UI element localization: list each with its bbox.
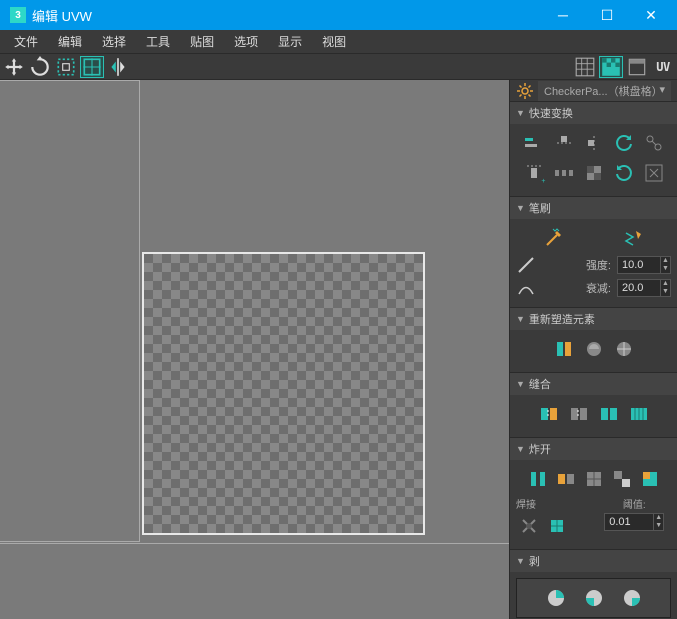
- threshold-spinner[interactable]: 0.01▲▼: [604, 513, 664, 531]
- window-title: 编辑 UVW: [32, 6, 541, 25]
- rollup-stitch-header[interactable]: ▼缝合: [510, 373, 677, 395]
- rollup-reshape-header[interactable]: ▼重新塑造元素: [510, 308, 677, 330]
- app-icon: 3: [10, 7, 26, 23]
- menu-mapping[interactable]: 贴图: [180, 30, 224, 53]
- weld-selected-button[interactable]: [516, 513, 542, 539]
- peel-button-group: [516, 578, 671, 618]
- align-left-button[interactable]: [521, 130, 547, 156]
- break-smoothing-button[interactable]: [609, 466, 635, 492]
- rollup-explode-header[interactable]: ▼炸开: [510, 438, 677, 460]
- distribute-button[interactable]: [581, 160, 607, 186]
- weld-label: 焊接: [516, 496, 590, 511]
- rotate-tool[interactable]: [28, 56, 52, 78]
- viewport-bottom: [0, 543, 509, 619]
- move-tool[interactable]: [2, 56, 26, 78]
- relax-element-button[interactable]: [581, 336, 607, 362]
- rollup-reshape-title: 重新塑造元素: [529, 311, 595, 327]
- break-vertex-button[interactable]: [525, 466, 551, 492]
- relax-brush[interactable]: [620, 225, 646, 251]
- align-top-button[interactable]: +: [521, 160, 547, 186]
- rollup-peel-title: 剥: [529, 553, 540, 569]
- rollup-quick-transform-title: 快速变换: [529, 105, 573, 121]
- strength-spinner[interactable]: 10.0▲▼: [617, 256, 671, 274]
- freeform-tool[interactable]: [80, 56, 104, 78]
- minimize-button[interactable]: ─: [541, 0, 585, 30]
- show-map-button[interactable]: [625, 56, 649, 78]
- falloff-spinner[interactable]: 20.0▲▼: [617, 279, 671, 297]
- chevron-down-icon: ▾: [659, 83, 665, 99]
- texture-dropdown[interactable]: CheckerPa...（棋盘格）▾: [538, 81, 671, 101]
- menubar: 文件 编辑 选择 工具 贴图 选项 显示 视图: [0, 30, 677, 54]
- uv-toggle[interactable]: UV: [651, 56, 675, 78]
- mirror-tool[interactable]: [106, 56, 130, 78]
- relax-until-flat-button[interactable]: [611, 336, 637, 362]
- side-panel: CheckerPa...（棋盘格）▾ ▼快速变换 +: [509, 80, 677, 619]
- align-vertical-button[interactable]: [581, 130, 607, 156]
- pelt-button[interactable]: [619, 585, 645, 611]
- uv-canvas[interactable]: [142, 252, 425, 535]
- close-button[interactable]: ✕: [629, 0, 673, 30]
- menu-select[interactable]: 选择: [92, 30, 136, 53]
- threshold-label: 阈值:: [598, 496, 672, 511]
- maximize-button[interactable]: ☐: [585, 0, 629, 30]
- menu-display[interactable]: 显示: [268, 30, 312, 53]
- show-grid-button[interactable]: [573, 56, 597, 78]
- straighten-button[interactable]: [551, 336, 577, 362]
- link-button[interactable]: [641, 130, 667, 156]
- stitch-source-button[interactable]: [536, 401, 562, 427]
- viewport-sidebar: [0, 80, 140, 542]
- rotate-cw-button[interactable]: [611, 160, 637, 186]
- rollup-stitch-title: 缝合: [529, 376, 551, 392]
- rollup-explode-title: 炸开: [529, 441, 551, 457]
- peel-button[interactable]: [581, 585, 607, 611]
- break-edge-button[interactable]: [553, 466, 579, 492]
- align-horizontal-button[interactable]: [551, 130, 577, 156]
- rollup-peel-header[interactable]: ▼剥: [510, 550, 677, 572]
- show-checker-button[interactable]: [599, 56, 623, 78]
- space-horizontal-button[interactable]: [551, 160, 577, 186]
- texture-dropdown-label: CheckerPa...（棋盘格）: [544, 83, 659, 99]
- menu-file[interactable]: 文件: [4, 30, 48, 53]
- brush-falloff-icon: [516, 278, 536, 298]
- menu-edit[interactable]: 编辑: [48, 30, 92, 53]
- titlebar: 3 编辑 UVW ─ ☐ ✕: [0, 0, 677, 30]
- gear-icon[interactable]: [516, 82, 534, 100]
- rollup-quick-transform-header[interactable]: ▼快速变换: [510, 102, 677, 124]
- menu-view[interactable]: 视图: [312, 30, 356, 53]
- uv-viewport[interactable]: [0, 80, 509, 619]
- break-face-button[interactable]: [581, 466, 607, 492]
- rotate-ccw-button[interactable]: [611, 130, 637, 156]
- break-material-button[interactable]: [637, 466, 663, 492]
- menu-tools[interactable]: 工具: [136, 30, 180, 53]
- rollup-brush-header[interactable]: ▼笔刷: [510, 197, 677, 219]
- scale-tool[interactable]: [54, 56, 78, 78]
- brush-stroke-icon: [516, 255, 536, 275]
- main-toolbar: UV: [0, 54, 677, 80]
- stitch-target-button[interactable]: [596, 401, 622, 427]
- stitch-average-button[interactable]: [566, 401, 592, 427]
- fit-button[interactable]: [641, 160, 667, 186]
- strength-label: 强度:: [542, 257, 611, 273]
- paint-move-brush[interactable]: [541, 225, 567, 251]
- menu-options[interactable]: 选项: [224, 30, 268, 53]
- stitch-custom-button[interactable]: [626, 401, 652, 427]
- quick-peel-button[interactable]: [543, 585, 569, 611]
- falloff-label: 衰减:: [542, 280, 611, 296]
- weld-all-button[interactable]: [544, 513, 570, 539]
- rollup-brush-title: 笔刷: [529, 200, 551, 216]
